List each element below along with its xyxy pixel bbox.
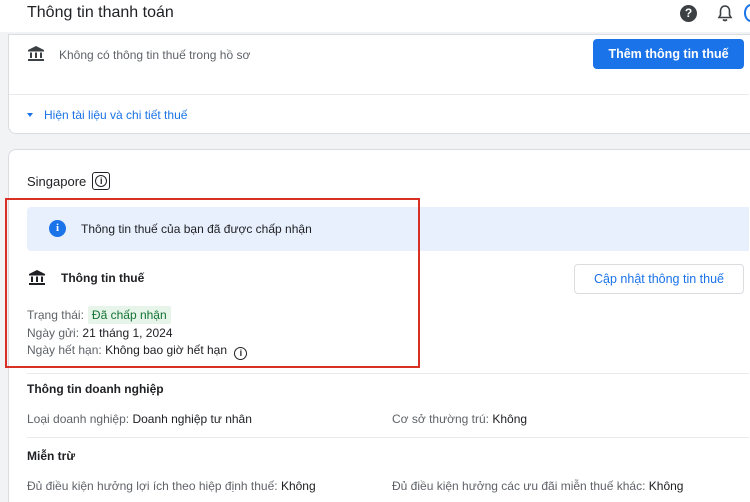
help-icon[interactable]: ? bbox=[680, 5, 697, 22]
divider bbox=[27, 437, 749, 438]
add-tax-info-button[interactable]: Thêm thông tin thuế bbox=[593, 39, 744, 69]
exemption-title: Miễn trừ bbox=[27, 449, 76, 463]
top-bar: Thông tin thanh toán ? bbox=[0, 0, 750, 32]
info-icon[interactable]: i bbox=[92, 172, 111, 190]
country-heading: Singapore i bbox=[27, 172, 111, 190]
residence-row: Cơ sở thường trú: Không bbox=[392, 412, 528, 426]
bank-icon bbox=[28, 46, 44, 61]
treaty-benefit-row: Đủ điều kiện hưởng lợi ích theo hiệp địn… bbox=[27, 479, 316, 493]
annotation-highlight-box bbox=[5, 198, 420, 368]
no-tax-info-text: Không có thông tin thuế trong hồ sơ bbox=[59, 48, 251, 62]
other-exemption-value: Không bbox=[648, 479, 684, 493]
update-tax-info-button[interactable]: Cập nhật thông tin thuế bbox=[574, 264, 744, 294]
business-type-row: Loại doanh nghiệp: Doanh nghiệp tư nhân bbox=[27, 412, 252, 426]
show-tax-details-label: Hiện tài liệu và chi tiết thuế bbox=[44, 108, 188, 122]
bell-icon[interactable] bbox=[716, 4, 734, 23]
business-info-title: Thông tin doanh nghiệp bbox=[27, 382, 164, 396]
page-title: Thông tin thanh toán bbox=[27, 4, 174, 21]
divider bbox=[27, 373, 749, 374]
caret-down-icon bbox=[27, 113, 33, 117]
country-name: Singapore bbox=[27, 173, 87, 189]
avatar[interactable] bbox=[744, 4, 750, 22]
other-exemption-row: Đủ điều kiện hưởng các ưu đãi miễn thuế … bbox=[392, 479, 684, 493]
residence-value: Không bbox=[492, 412, 528, 426]
business-type-value: Doanh nghiệp tư nhân bbox=[132, 412, 252, 426]
treaty-benefit-value: Không bbox=[280, 479, 316, 493]
show-tax-details-link[interactable]: Hiện tài liệu và chi tiết thuế bbox=[27, 108, 187, 122]
divider bbox=[9, 94, 749, 95]
